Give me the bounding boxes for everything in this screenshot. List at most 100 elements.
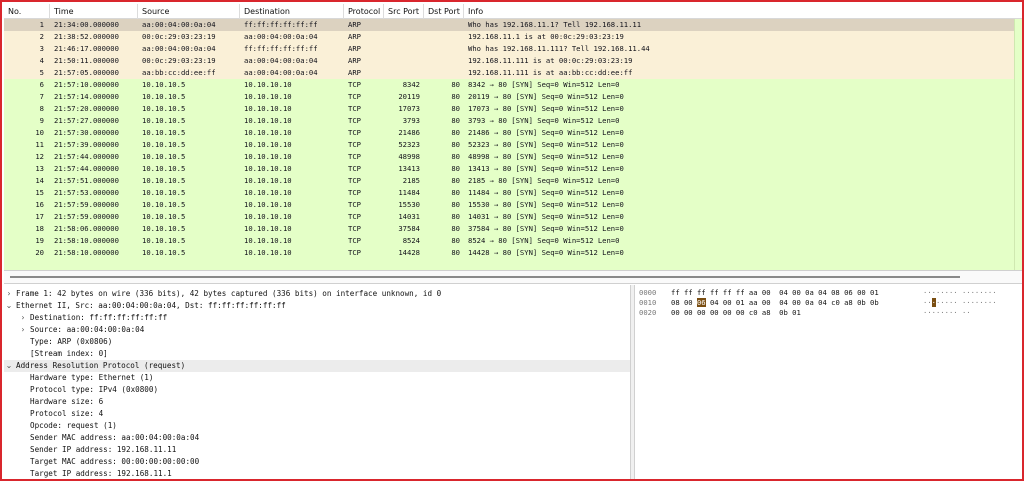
details-row[interactable]: Type: ARP (0x0806): [4, 336, 630, 348]
packet-row[interactable]: 3 21:46:17.000000 aa:00:04:00:0a:04 ff:ff:f…: [4, 43, 1022, 55]
packet-cell-proto: ARP: [348, 44, 361, 53]
packet-cell-sport: [384, 67, 420, 79]
packet-cell-info: 3793 → 80 [SYN] Seq=0 Win=512 Len=0: [468, 116, 620, 125]
packet-row[interactable]: 12 21:57:44.000000 10.10.10.5 10.10.10.10 TC…: [4, 151, 1022, 163]
bytes-hex[interactable]: 00 00 00 00 00 00 c0 a8 0b 01: [671, 308, 801, 318]
column-header[interactable]: Dst Port: [424, 4, 464, 19]
highlighted-byte: 06: [696, 298, 706, 307]
packet-cell-info: 20119 → 80 [SYN] Seq=0 Win=512 Len=0: [468, 92, 624, 101]
packet-list-header: No. Time Source Destination Protocol Src Port…: [4, 4, 1022, 19]
bytes-ascii[interactable]: ········ ········: [923, 298, 997, 308]
packet-cell-dst: 10.10.10.10: [244, 224, 292, 233]
packet-cell-src: 10.10.10.5: [142, 116, 186, 125]
bytes-hex[interactable]: 08 00 06 04 00 01 aa 00 04 00 0a 04 c0 a…: [671, 298, 879, 308]
details-row[interactable]: ⌄ Address Resolution Protocol (request): [4, 360, 630, 372]
packet-cell-dport: 80: [451, 248, 460, 257]
packet-cell-dport: 80: [451, 236, 460, 245]
details-row-text: Destination: ff:ff:ff:ff:ff:ff: [30, 313, 168, 322]
packet-cell-sport: 11484: [398, 188, 420, 197]
chevron-right-icon[interactable]: ›: [19, 324, 27, 336]
packet-details-pane[interactable]: › Frame 1: 42 bytes on wire (336 bits), 4…: [4, 285, 630, 479]
packet-row[interactable]: 14 21:57:51.000000 10.10.10.5 10.10.10.10 TC…: [4, 175, 1022, 187]
packet-row[interactable]: 11 21:57:39.000000 10.10.10.5 10.10.10.10 TC…: [4, 139, 1022, 151]
details-row-text: Opcode: request (1): [30, 421, 117, 430]
details-row-text: Sender IP address: 192.168.11.11: [30, 445, 177, 454]
packet-cell-no: 13: [35, 164, 44, 173]
packet-row[interactable]: 2 21:38:52.000000 00:0c:29:03:23:19 aa:00:0…: [4, 31, 1022, 43]
details-row[interactable]: [Stream index: 0]: [4, 348, 630, 360]
packet-cell-dst: 10.10.10.10: [244, 104, 292, 113]
details-row[interactable]: Protocol type: IPv4 (0x0800): [4, 384, 630, 396]
packet-cell-time: 21:34:00.000000: [54, 20, 119, 29]
bytes-ascii[interactable]: ········ ········: [923, 288, 997, 298]
column-header[interactable]: Destination: [240, 4, 344, 19]
packet-cell-sport: 48998: [398, 152, 420, 161]
column-header[interactable]: No.: [4, 4, 50, 19]
scrollbar-thumb[interactable]: [10, 276, 960, 278]
packet-list-vertical-scrollbar[interactable]: [1014, 19, 1022, 270]
bytes-offset: 0000: [639, 288, 657, 297]
packet-cell-proto: TCP: [348, 200, 361, 209]
column-header[interactable]: Src Port: [384, 4, 424, 19]
packet-list-horizontal-scrollbar[interactable]: [4, 270, 1022, 284]
packet-row[interactable]: 18 21:58:06.000000 10.10.10.5 10.10.10.10 TC…: [4, 223, 1022, 235]
details-row[interactable]: › Frame 1: 42 bytes on wire (336 bits), 4…: [4, 288, 630, 300]
packet-bytes-pane[interactable]: 0000 ff ff ff ff ff ff aa 00 04 00 0a 04 …: [635, 285, 1022, 479]
column-header[interactable]: Info: [464, 4, 1022, 19]
packet-row[interactable]: 16 21:57:59.000000 10.10.10.5 10.10.10.10 TC…: [4, 199, 1022, 211]
chevron-down-icon[interactable]: ⌄: [5, 360, 13, 372]
packet-row[interactable]: 13 21:57:44.000000 10.10.10.5 10.10.10.10 TC…: [4, 163, 1022, 175]
packet-cell-proto: TCP: [348, 176, 361, 185]
bytes-ascii[interactable]: ········ ··: [923, 308, 971, 318]
bytes-hex[interactable]: ff ff ff ff ff ff aa 00 04 00 0a 04 08 0…: [671, 288, 879, 298]
packet-cell-no: 4: [39, 56, 44, 65]
packet-row[interactable]: 6 21:57:10.000000 10.10.10.5 10.10.10.10 TCP…: [4, 79, 1022, 91]
details-row[interactable]: Target IP address: 192.168.11.1: [4, 468, 630, 479]
column-header[interactable]: Source: [138, 4, 240, 19]
details-row[interactable]: Sender MAC address: aa:00:04:00:0a:04: [4, 432, 630, 444]
packet-cell-proto: TCP: [348, 164, 361, 173]
packet-row[interactable]: 9 21:57:27.000000 10.10.10.5 10.10.10.10 TCP…: [4, 115, 1022, 127]
packet-row[interactable]: 1 21:34:00.000000 aa:00:04:00:0a:04 ff:ff:f…: [4, 19, 1022, 31]
packet-cell-dport: [424, 55, 460, 67]
details-row[interactable]: › Destination: ff:ff:ff:ff:ff:ff: [4, 312, 630, 324]
packet-row[interactable]: 7 21:57:14.000000 10.10.10.5 10.10.10.10 TCP…: [4, 91, 1022, 103]
packet-row[interactable]: 10 21:57:30.000000 10.10.10.5 10.10.10.10 TC…: [4, 127, 1022, 139]
packet-row[interactable]: 8 21:57:20.000000 10.10.10.5 10.10.10.10 TCP…: [4, 103, 1022, 115]
packet-list[interactable]: No. Time Source Destination Protocol Src Port…: [4, 4, 1022, 270]
packet-cell-info: 48998 → 80 [SYN] Seq=0 Win=512 Len=0: [468, 152, 624, 161]
column-header[interactable]: Protocol: [344, 4, 384, 19]
packet-cell-time: 21:57:20.000000: [54, 104, 119, 113]
packet-row[interactable]: 20 21:58:10.000000 10.10.10.5 10.10.10.10 TC…: [4, 247, 1022, 259]
details-row[interactable]: Hardware type: Ethernet (1): [4, 372, 630, 384]
packet-cell-src: aa:00:04:00:0a:04: [142, 44, 216, 53]
details-row[interactable]: Target MAC address: 00:00:00:00:00:00: [4, 456, 630, 468]
packet-cell-dst: 10.10.10.10: [244, 116, 292, 125]
column-header[interactable]: Time: [50, 4, 138, 19]
packet-row[interactable]: 15 21:57:53.000000 10.10.10.5 10.10.10.10 TC…: [4, 187, 1022, 199]
chevron-right-icon[interactable]: ›: [19, 312, 27, 324]
packet-cell-info: Who has 192.168.11.111? Tell 192.168.11.…: [468, 44, 650, 53]
chevron-right-icon[interactable]: ›: [5, 288, 13, 300]
packet-cell-info: 13413 → 80 [SYN] Seq=0 Win=512 Len=0: [468, 164, 624, 173]
packet-row[interactable]: 5 21:57:05.000000 aa:bb:cc:dd:ee:ff aa:00:0…: [4, 67, 1022, 79]
details-row[interactable]: Sender IP address: 192.168.11.11: [4, 444, 630, 456]
packet-cell-dport: [424, 31, 460, 43]
packet-row[interactable]: 19 21:58:10.000000 10.10.10.5 10.10.10.10 TC…: [4, 235, 1022, 247]
bytes-offset: 0010: [639, 298, 657, 307]
details-row[interactable]: Opcode: request (1): [4, 420, 630, 432]
packet-cell-time: 21:58:10.000000: [54, 236, 119, 245]
details-row[interactable]: ⌄ Ethernet II, Src: aa:00:04:00:0a:04, Ds…: [4, 300, 630, 312]
details-row[interactable]: Hardware size: 6: [4, 396, 630, 408]
details-row[interactable]: Protocol size: 4: [4, 408, 630, 420]
details-row[interactable]: › Source: aa:00:04:00:0a:04: [4, 324, 630, 336]
packet-cell-info: 2185 → 80 [SYN] Seq=0 Win=512 Len=0: [468, 176, 620, 185]
packet-row[interactable]: 4 21:50:11.000000 00:0c:29:03:23:19 aa:00:0…: [4, 55, 1022, 67]
details-row-text: Protocol size: 4: [30, 409, 104, 418]
packet-row[interactable]: 17 21:57:59.000000 10.10.10.5 10.10.10.10 TC…: [4, 211, 1022, 223]
packet-cell-dport: 80: [451, 176, 460, 185]
packet-cell-sport: 13413: [398, 164, 420, 173]
packet-cell-no: 15: [35, 188, 44, 197]
packet-cell-dst: ff:ff:ff:ff:ff:ff: [244, 20, 318, 29]
chevron-down-icon[interactable]: ⌄: [5, 300, 13, 312]
